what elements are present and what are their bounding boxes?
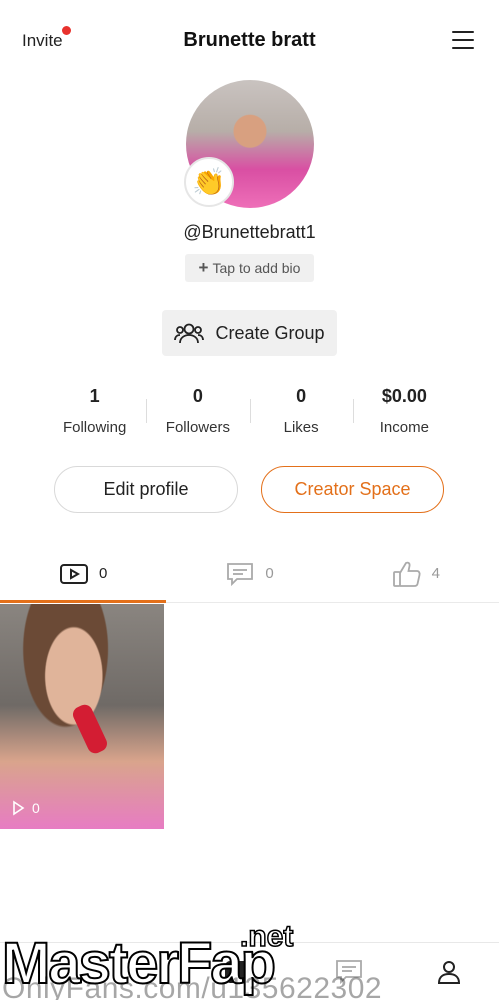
- hamburger-icon[interactable]: [452, 30, 474, 50]
- stat-value: 1: [89, 386, 100, 406]
- home-icon: [225, 961, 249, 983]
- clap-badge-icon: 👏: [184, 157, 234, 207]
- view-count: 0: [10, 800, 40, 816]
- play-icon: [13, 800, 25, 816]
- stat-value: 0: [296, 386, 307, 406]
- stat-followers[interactable]: 0 Followers: [146, 384, 249, 444]
- nav-profile[interactable]: [434, 957, 464, 992]
- stat-following[interactable]: 1 Following: [43, 384, 146, 444]
- profile-icon: [437, 961, 461, 984]
- plus-icon: +: [198, 258, 209, 277]
- add-bio-button[interactable]: + Tap to add bio: [185, 254, 314, 282]
- stat-label: Following: [62, 419, 127, 436]
- stat-label: Likes: [283, 419, 319, 436]
- edit-profile-button[interactable]: Edit profile: [54, 466, 238, 513]
- stat-income[interactable]: $0.00 Income: [352, 384, 456, 444]
- stat-value: $0.00: [381, 386, 427, 406]
- nav-home[interactable]: [222, 957, 252, 992]
- video-icon: [59, 563, 88, 584]
- profile-stats: 1 Following 0 Followers 0 Likes $0.00 In…: [43, 384, 456, 444]
- nav-messages[interactable]: [334, 957, 364, 992]
- tab-likes[interactable]: 4: [333, 545, 499, 602]
- stat-likes[interactable]: 0 Likes: [249, 384, 353, 444]
- avatar-container: 👏: [184, 80, 314, 208]
- bottom-nav: [0, 942, 499, 1000]
- content-tabs: 0 0 4: [0, 545, 499, 603]
- page-title: Brunette bratt: [183, 29, 316, 51]
- comment-icon: [227, 562, 254, 586]
- stat-label: Followers: [165, 419, 230, 436]
- tab-count: 4: [431, 565, 440, 582]
- stat-value: 0: [192, 386, 203, 406]
- username-handle: @Brunettebratt1: [183, 222, 316, 242]
- thumbnail-image-detail: [70, 702, 110, 756]
- video-thumbnail[interactable]: 0: [0, 604, 164, 829]
- group-icon: [174, 323, 205, 344]
- add-bio-label: Tap to add bio: [212, 260, 301, 276]
- tab-count: 0: [265, 565, 274, 582]
- stat-label: Income: [379, 419, 429, 436]
- create-group-button[interactable]: Create Group: [162, 310, 337, 356]
- message-icon: [336, 960, 362, 985]
- create-group-label: Create Group: [215, 322, 325, 343]
- creator-space-button[interactable]: Creator Space: [261, 466, 444, 513]
- view-count-value: 0: [32, 800, 40, 816]
- tab-count: 0: [98, 565, 108, 582]
- tab-comments[interactable]: 0: [166, 545, 332, 602]
- top-bar: Invite Brunette bratt: [0, 0, 499, 80]
- thumbs-up-icon: [392, 561, 421, 587]
- tab-videos[interactable]: 0: [0, 545, 167, 603]
